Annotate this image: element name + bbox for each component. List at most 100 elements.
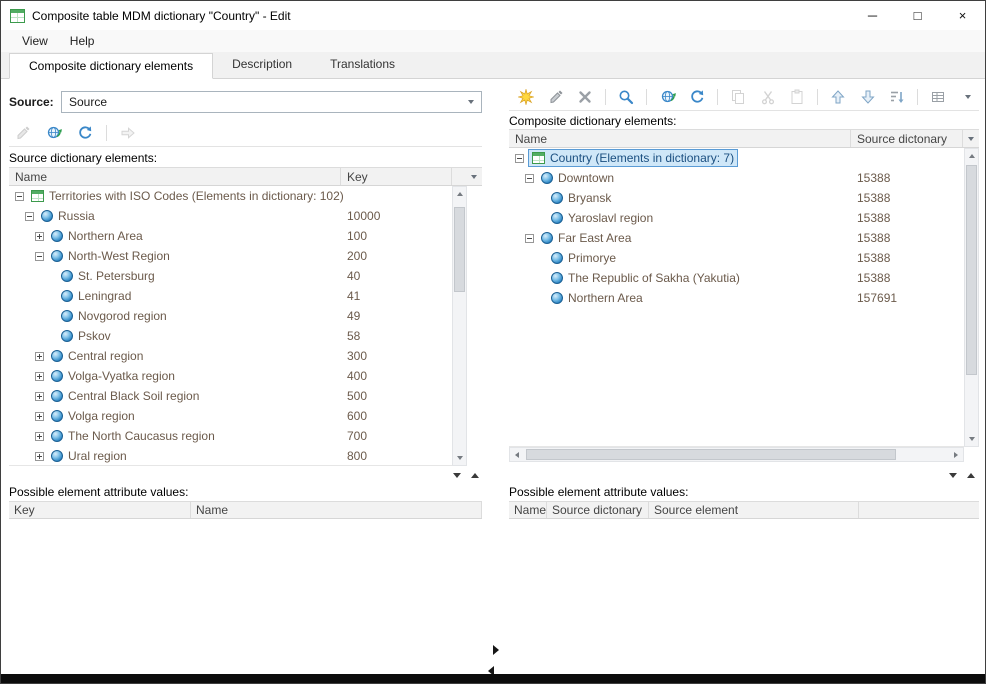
expander-icon[interactable]: [515, 154, 524, 163]
tree-row[interactable]: Central region 300: [9, 346, 452, 366]
sync-button[interactable]: [656, 86, 678, 108]
tree-cell[interactable]: Bryansk: [548, 189, 614, 207]
tree-row[interactable]: The North Caucasus region 700: [9, 426, 452, 446]
expander-icon[interactable]: [525, 174, 534, 183]
tree-cell[interactable]: Volga region: [48, 407, 138, 425]
column-header-source-dictionary[interactable]: Source dictonary: [547, 502, 649, 518]
forward-button[interactable]: [116, 122, 140, 144]
move-up-button[interactable]: [827, 86, 849, 108]
toolbar-menu-button[interactable]: [957, 86, 979, 108]
copy-button[interactable]: [727, 86, 749, 108]
tree-cell[interactable]: Central Black Soil region: [48, 387, 202, 405]
column-header-source-dictionary[interactable]: Source dictonary: [851, 130, 963, 147]
scrollbar-thumb[interactable]: [454, 207, 465, 292]
find-button[interactable]: [615, 86, 637, 108]
vertical-scrollbar[interactable]: [964, 148, 979, 447]
tree-cell[interactable]: Volga-Vyatka region: [48, 367, 178, 385]
expander-icon[interactable]: [35, 252, 44, 261]
tree-row[interactable]: Country (Elements in dictionary: 7): [509, 148, 964, 168]
tree-cell[interactable]: Central region: [48, 347, 146, 365]
column-header-name[interactable]: Name: [509, 502, 547, 518]
column-header-name[interactable]: Name: [9, 168, 341, 185]
tree-cell[interactable]: Northern Area: [48, 227, 146, 245]
column-header-name[interactable]: Name: [509, 130, 851, 147]
tree-cell[interactable]: Pskov: [58, 327, 114, 345]
page-down-button[interactable]: [945, 469, 961, 482]
scroll-left-button[interactable]: [510, 448, 524, 461]
expander-icon[interactable]: [525, 234, 534, 243]
tree-row[interactable]: Pskov 58: [9, 326, 452, 346]
tree-row[interactable]: Ural region 800: [9, 446, 452, 466]
tree-row[interactable]: Downtown 15388: [509, 168, 964, 188]
column-header-key[interactable]: Key: [341, 168, 452, 185]
splitter-expand-button[interactable]: [491, 644, 501, 656]
close-button[interactable]: ×: [940, 1, 985, 30]
sort-button[interactable]: [886, 86, 908, 108]
tree-cell[interactable]: Leningrad: [58, 287, 134, 305]
expander-icon[interactable]: [35, 432, 44, 441]
add-button[interactable]: [515, 86, 537, 108]
expander-icon[interactable]: [35, 452, 44, 461]
scrollbar-thumb[interactable]: [526, 449, 896, 460]
tree-row[interactable]: Russia 10000: [9, 206, 452, 226]
tree-cell[interactable]: The Republic of Sakha (Yakutia): [548, 269, 743, 287]
expander-icon[interactable]: [35, 392, 44, 401]
tree-cell[interactable]: Russia: [38, 207, 98, 225]
column-header-key[interactable]: Key: [9, 502, 191, 518]
tree-cell[interactable]: Territories with ISO Codes (Elements in …: [28, 187, 347, 205]
sync-button[interactable]: [42, 122, 66, 144]
tree-row[interactable]: North-West Region 200: [9, 246, 452, 266]
source-combobox[interactable]: Source: [61, 91, 482, 113]
page-up-button[interactable]: [963, 469, 979, 482]
menu-help[interactable]: Help: [59, 34, 106, 48]
tab-translations[interactable]: Translations: [311, 52, 414, 78]
tree-cell[interactable]: North-West Region: [48, 247, 173, 265]
scroll-down-button[interactable]: [453, 451, 466, 465]
refresh-button[interactable]: [73, 122, 97, 144]
tree-cell[interactable]: Primorye: [548, 249, 619, 267]
tree-row[interactable]: Yaroslavl region 15388: [509, 208, 964, 228]
tree-row[interactable]: Leningrad 41: [9, 286, 452, 306]
tree-cell[interactable]: St. Petersburg: [58, 267, 158, 285]
tree-row[interactable]: Far East Area 15388: [509, 228, 964, 248]
tree-row[interactable]: Northern Area 157691: [509, 288, 964, 308]
expander-icon[interactable]: [35, 412, 44, 421]
paste-button[interactable]: [786, 86, 808, 108]
tree-cell[interactable]: Downtown: [538, 169, 617, 187]
tree-cell[interactable]: Novgorod region: [58, 307, 170, 325]
vertical-scrollbar[interactable]: [452, 186, 467, 466]
scroll-up-button[interactable]: [965, 149, 978, 163]
menu-view[interactable]: View: [11, 34, 59, 48]
tree-row[interactable]: Primorye 15388: [509, 248, 964, 268]
expander-icon[interactable]: [35, 352, 44, 361]
tree-row[interactable]: Northern Area 100: [9, 226, 452, 246]
tree-cell[interactable]: Northern Area: [548, 289, 646, 307]
tree-cell[interactable]: Country (Elements in dictionary: 7): [528, 149, 738, 167]
column-header-source-element[interactable]: Source element: [649, 502, 859, 518]
scroll-down-button[interactable]: [965, 432, 978, 446]
tree-row[interactable]: Central Black Soil region 500: [9, 386, 452, 406]
column-settings-button[interactable]: [467, 168, 480, 185]
edit-button[interactable]: [544, 86, 566, 108]
tree-cell[interactable]: Far East Area: [538, 229, 634, 247]
maximize-button[interactable]: □: [895, 1, 940, 30]
tree-row[interactable]: Novgorod region 49: [9, 306, 452, 326]
page-up-button[interactable]: [467, 469, 483, 482]
tab-description[interactable]: Description: [213, 52, 311, 78]
scroll-right-button[interactable]: [949, 448, 963, 461]
move-down-button[interactable]: [857, 86, 879, 108]
delete-button[interactable]: [574, 86, 596, 108]
expander-icon[interactable]: [25, 212, 34, 221]
expander-icon[interactable]: [15, 192, 24, 201]
minimize-button[interactable]: ─: [850, 1, 895, 30]
tree-row[interactable]: St. Petersburg 40: [9, 266, 452, 286]
tree-cell[interactable]: The North Caucasus region: [48, 427, 218, 445]
page-down-button[interactable]: [449, 469, 465, 482]
edit-button[interactable]: [11, 122, 35, 144]
tree-row[interactable]: Volga-Vyatka region 400: [9, 366, 452, 386]
expander-icon[interactable]: [35, 372, 44, 381]
horizontal-scrollbar[interactable]: [509, 447, 964, 462]
tree-row[interactable]: The Republic of Sakha (Yakutia) 15388: [509, 268, 964, 288]
tree-cell[interactable]: Ural region: [48, 447, 130, 465]
column-settings-button[interactable]: [964, 130, 977, 147]
